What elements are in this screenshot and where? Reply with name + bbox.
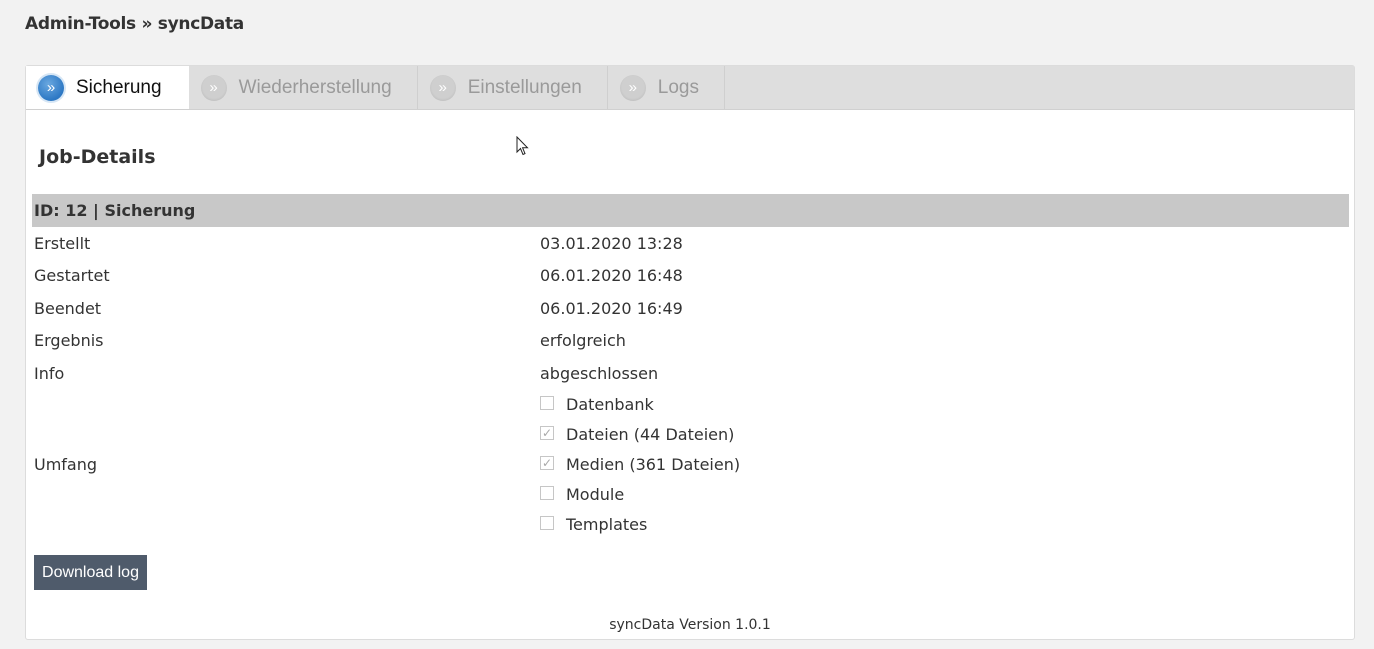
- scope-list: Datenbank ✓ Dateien (44 Dateien) ✓ Medie…: [540, 390, 740, 540]
- scope-item-templates: Templates: [540, 510, 740, 540]
- row-label: Gestartet: [34, 266, 110, 286]
- scope-item-label: Medien (361 Dateien): [566, 455, 741, 474]
- download-log-button[interactable]: Download log: [34, 555, 147, 590]
- table-row: Gestartet 06.01.2020 16:48: [32, 260, 1349, 293]
- scope-item-label: Dateien (44 Dateien): [566, 425, 735, 444]
- scope-item-label: Datenbank: [566, 395, 654, 414]
- tab-wiederherstellung[interactable]: » Wiederherstellung: [189, 66, 418, 109]
- checkbox-datenbank: [540, 395, 554, 410]
- row-value: abgeschlossen: [540, 363, 659, 383]
- row-value: 06.01.2020 16:48: [540, 266, 683, 286]
- scope-item-medien: ✓ Medien (361 Dateien): [540, 450, 740, 480]
- table-row: Info abgeschlossen: [32, 357, 1349, 390]
- row-label: Beendet: [34, 298, 102, 318]
- checkbox-module: [540, 485, 554, 500]
- tab-einstellungen[interactable]: » Einstellungen: [418, 66, 608, 109]
- table-row: Ergebnis erfolgreich: [32, 325, 1349, 358]
- table-row: Erstellt 03.01.2020 13:28: [32, 227, 1349, 260]
- scope-item-label: Module: [566, 485, 625, 504]
- table-row: Beendet 06.01.2020 16:49: [32, 292, 1349, 325]
- scope-item-label: Templates: [566, 515, 648, 534]
- page-title: Admin-Tools » syncData: [25, 14, 244, 34]
- chevron-right-icon: »: [200, 74, 227, 101]
- section-title: Job-Details: [39, 146, 156, 168]
- tab-label: Einstellungen: [467, 76, 582, 98]
- checkbox-dateien: ✓: [540, 425, 554, 440]
- tab-label: Sicherung: [76, 76, 162, 98]
- version-footer: syncData Version 1.0.1: [609, 617, 771, 633]
- tab-label: Wiederherstellung: [238, 76, 392, 98]
- main-panel: » Sicherung » Wiederherstellung » Einste…: [25, 65, 1355, 640]
- row-label: Umfang: [34, 455, 98, 474]
- scope-item-dateien: ✓ Dateien (44 Dateien): [540, 420, 740, 450]
- row-value: 03.01.2020 13:28: [540, 233, 683, 253]
- tab-label: Logs: [657, 76, 699, 98]
- checkbox-templates: [540, 515, 554, 530]
- row-label: Erstellt: [34, 233, 91, 253]
- chevron-right-icon: »: [619, 74, 646, 101]
- job-header-row: ID: 12 | Sicherung: [32, 194, 1349, 227]
- row-label: Info: [34, 363, 65, 383]
- checkbox-medien: ✓: [540, 455, 554, 470]
- row-value: erfolgreich: [540, 331, 626, 351]
- row-value: 06.01.2020 16:49: [540, 298, 683, 318]
- row-label: Ergebnis: [34, 331, 104, 351]
- tab-logs[interactable]: » Logs: [608, 66, 725, 109]
- tab-bar: » Sicherung » Wiederherstellung » Einste…: [26, 66, 1354, 110]
- chevron-right-icon: »: [38, 74, 64, 101]
- mouse-cursor-icon: [516, 136, 529, 156]
- tab-sicherung[interactable]: » Sicherung: [26, 66, 189, 109]
- scope-item-datenbank: Datenbank: [540, 390, 740, 420]
- scope-row: Umfang Datenbank ✓ Dateien (44 Dateien) …: [32, 390, 1349, 540]
- job-details-table: ID: 12 | Sicherung Erstellt 03.01.2020 1…: [32, 194, 1349, 540]
- chevron-right-icon: »: [429, 74, 456, 101]
- scope-item-module: Module: [540, 480, 740, 510]
